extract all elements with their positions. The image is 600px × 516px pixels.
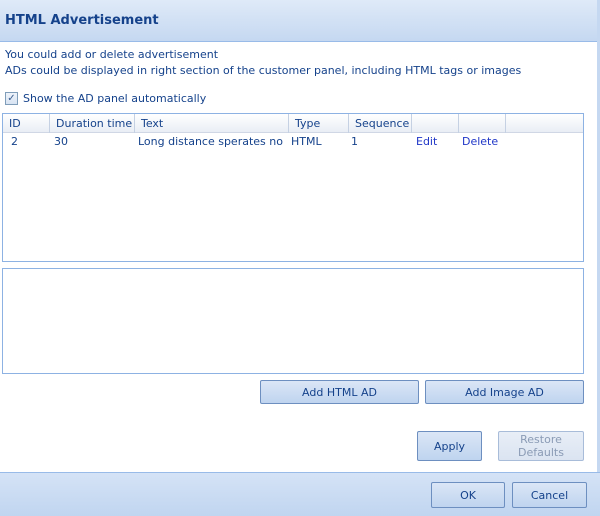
dialog-header: HTML Advertisement (0, 0, 600, 42)
ok-button[interactable]: OK (431, 482, 505, 508)
delete-link[interactable]: Delete (456, 134, 498, 150)
cell-duration: 30 (54, 135, 68, 148)
description-line-2: ADs could be displayed in right section … (5, 64, 522, 77)
column-header-id[interactable]: ID (3, 114, 50, 133)
column-header-delete (459, 114, 506, 133)
column-header-edit (412, 114, 459, 133)
dialog-footer (0, 472, 600, 516)
column-header-duration[interactable]: Duration time (50, 114, 135, 133)
add-html-ad-button[interactable]: Add HTML AD (260, 380, 419, 404)
page-title: HTML Advertisement (5, 13, 159, 28)
add-image-ad-button[interactable]: Add Image AD (425, 380, 584, 404)
cell-sequence: 1 (351, 135, 358, 148)
column-header-type[interactable]: Type (289, 114, 349, 133)
cancel-button[interactable]: Cancel (512, 482, 587, 508)
checkmark-icon: ✓ (7, 92, 16, 104)
ad-preview-panel (2, 268, 584, 374)
table-row[interactable]: 2 30 Long distance sperates no HTML 1 Ed… (3, 134, 583, 150)
cell-id: 2 (11, 135, 18, 148)
column-header-text[interactable]: Text (135, 114, 289, 133)
table-header: ID Duration time Text Type Sequence (3, 114, 583, 133)
ads-table: ID Duration time Text Type Sequence 2 30… (2, 113, 584, 262)
restore-defaults-button[interactable]: Restore Defaults (498, 431, 584, 461)
description-line-1: You could add or delete advertisement (5, 48, 219, 61)
column-header-sequence[interactable]: Sequence (349, 114, 412, 133)
edit-link[interactable]: Edit (410, 134, 437, 150)
show-ad-panel-label[interactable]: Show the AD panel automatically (23, 92, 206, 105)
cell-text: Long distance sperates no (138, 135, 283, 148)
show-ad-panel-checkbox[interactable]: ✓ (5, 92, 18, 105)
cell-type: HTML (291, 135, 322, 148)
show-ad-panel-option[interactable]: ✓ Show the AD panel automatically (5, 92, 206, 105)
apply-button[interactable]: Apply (417, 431, 482, 461)
